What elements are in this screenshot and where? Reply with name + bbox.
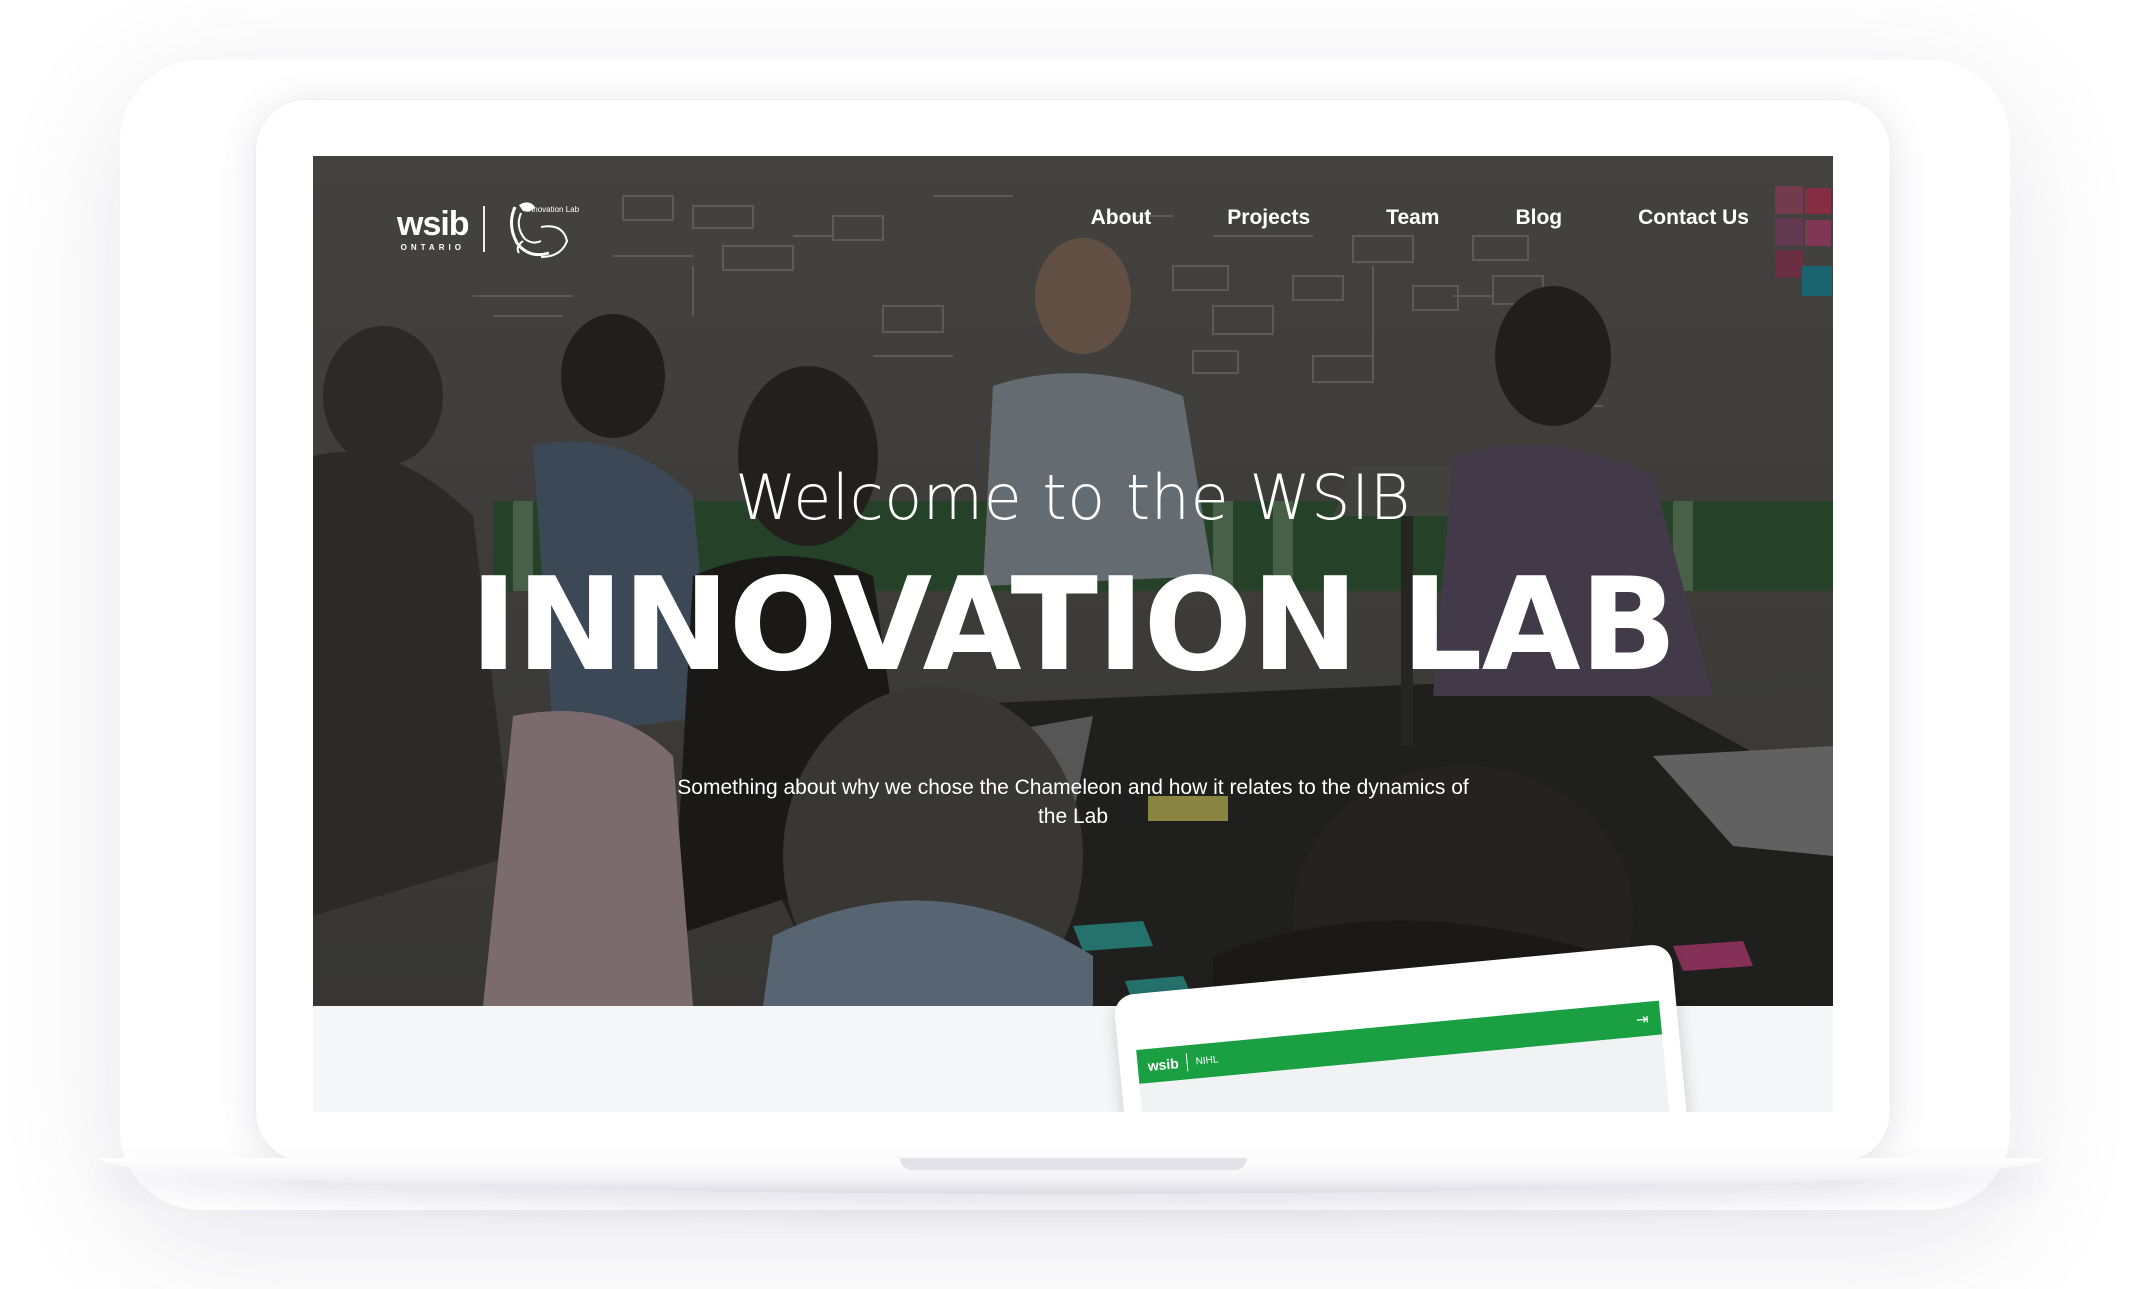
- hero-tagline: Something about why we chose the Chamele…: [677, 776, 1469, 828]
- nav-team[interactable]: Team: [1386, 206, 1439, 230]
- wsib-wordmark: wsib: [397, 204, 470, 243]
- hero-section: wsib ONTARIO Innovation Lab About Projec…: [313, 156, 1833, 1006]
- brand-divider: [482, 206, 485, 252]
- preview-wsib-logo: wsib: [1146, 1055, 1180, 1075]
- wsib-ontario-label: ONTARIO: [400, 242, 465, 252]
- innovation-lab-label: Innovation Lab: [526, 205, 580, 214]
- brand-logos[interactable]: wsib ONTARIO Innovation Lab: [397, 194, 579, 264]
- preview-nihl-label: NIHL: [1195, 1053, 1219, 1067]
- laptop-notch: [900, 1158, 1247, 1170]
- nav-contact-us[interactable]: Contact Us: [1638, 206, 1749, 230]
- nav-projects[interactable]: Projects: [1227, 206, 1310, 230]
- innovation-lab-logo[interactable]: Innovation Lab: [501, 197, 579, 261]
- hero-welcome-text: Welcome to the WSIB: [735, 461, 1411, 534]
- nav-about[interactable]: About: [1091, 206, 1152, 230]
- main-nav: About Projects Team Blog Contact Us: [1015, 206, 1749, 230]
- wsib-logo[interactable]: wsib ONTARIO: [397, 204, 470, 252]
- hero-headline: INNOVATION LAB: [469, 551, 1677, 700]
- laptop-screen: wsib ONTARIO Innovation Lab About Projec…: [313, 156, 1833, 1112]
- login-icon: ⇥: [1635, 1010, 1650, 1029]
- nav-blog[interactable]: Blog: [1515, 206, 1562, 230]
- preview-divider: [1185, 1053, 1189, 1072]
